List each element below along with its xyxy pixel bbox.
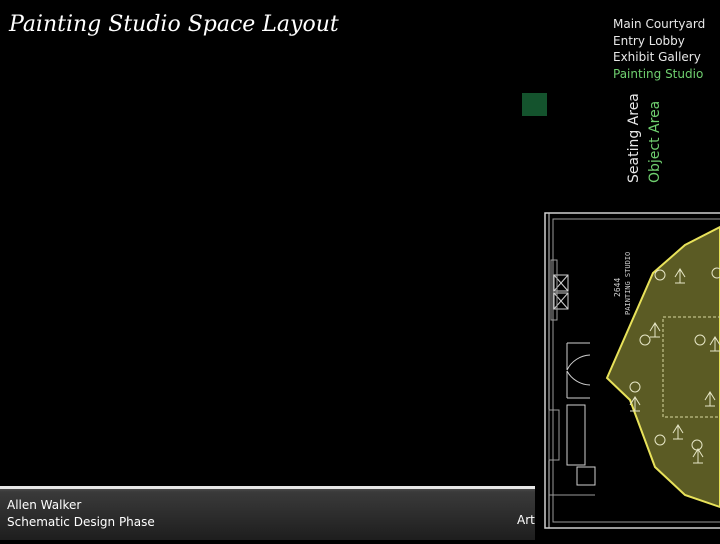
room-name: PAINTING STUDIO [624, 252, 632, 315]
page-title: Painting Studio Space Layout [9, 12, 339, 37]
room-number: 2644 [613, 278, 622, 297]
sink-counter [566, 404, 586, 466]
footer-right-text: Art [517, 513, 535, 527]
nav-item-exhibit-gallery[interactable]: Exhibit Gallery [613, 49, 705, 66]
legend-swatch [522, 93, 547, 116]
floor-plan-drawing: 2644 PAINTING STUDIO [544, 212, 720, 529]
author-name: Allen Walker [7, 498, 82, 512]
object-area-label: Object Area [647, 100, 663, 183]
door-swing-lower [566, 370, 591, 398]
section-nav: Main Courtyard Entry Lobby Exhibit Galle… [613, 16, 705, 83]
utility-box [576, 466, 596, 486]
door-swing-upper [566, 343, 591, 371]
floor-plan: 2644 PAINTING STUDIO [535, 205, 720, 540]
footer-credits: Allen Walker Schematic Design Phase [7, 497, 155, 531]
design-phase: Schematic Design Phase [7, 515, 155, 529]
nav-item-painting-studio[interactable]: Painting Studio [613, 66, 705, 83]
nav-item-main-courtyard[interactable]: Main Courtyard [613, 16, 705, 33]
seating-area-label: Seating Area [626, 93, 642, 183]
nav-item-entry-lobby[interactable]: Entry Lobby [613, 33, 705, 50]
